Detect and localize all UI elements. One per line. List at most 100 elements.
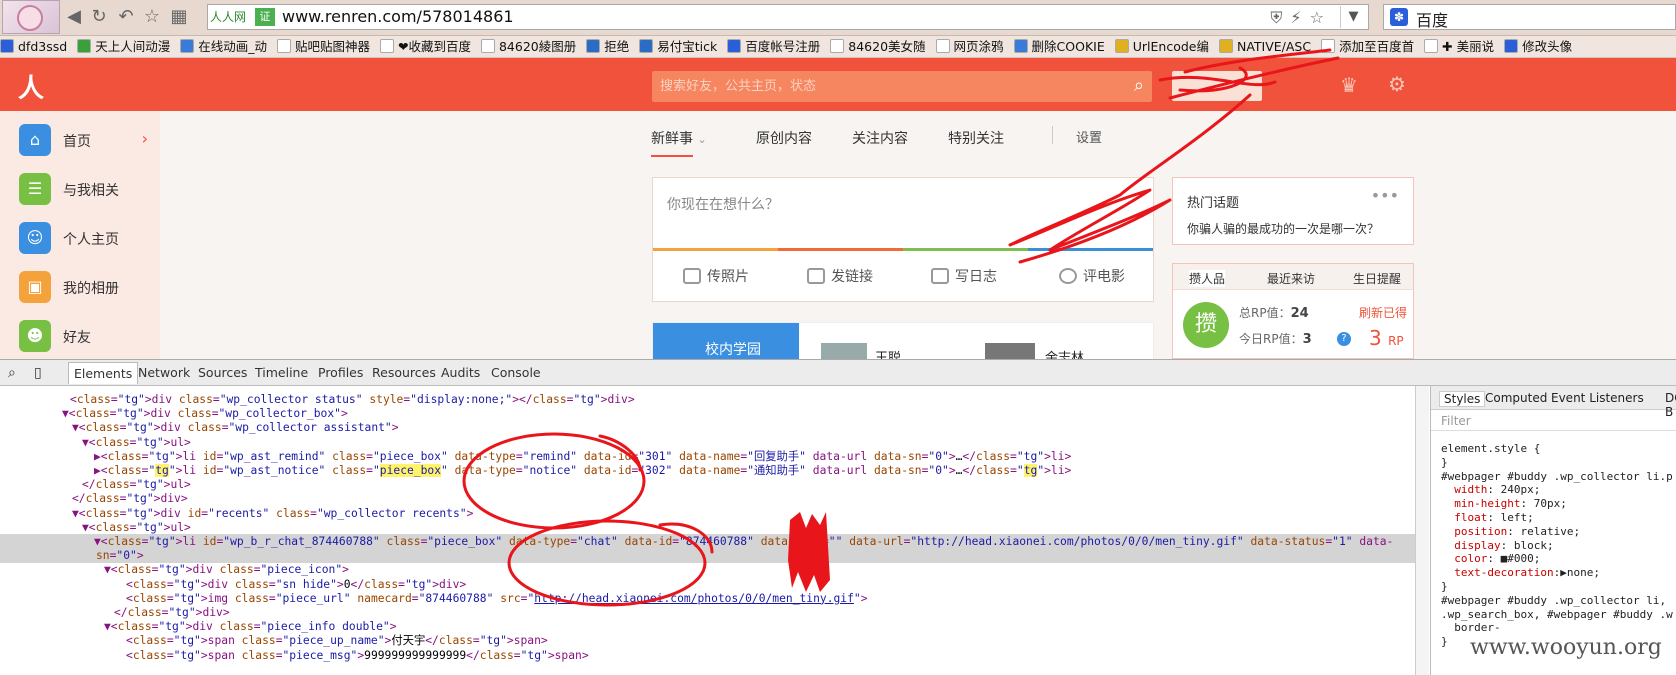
dom-node-line[interactable]: ▼<class="tg">div class="piece_info doubl… <box>0 619 1415 634</box>
bookmark-item[interactable]: NATIVE/ASC <box>1218 36 1311 57</box>
bookmark-item[interactable]: 在线动画_动 <box>180 36 267 57</box>
rp-badge[interactable]: 攒 <box>1183 302 1229 348</box>
sidebar-item[interactable]: ☻ 好友 <box>0 311 160 363</box>
crown-icon[interactable]: ♛ <box>1340 73 1358 97</box>
bookmark-item[interactable]: 删除COOKIE <box>1013 36 1105 57</box>
sidebar-item[interactable]: ⌂ 首页 › <box>0 115 160 167</box>
gear-icon[interactable]: ⚙ <box>1388 72 1406 96</box>
dom-node-line[interactable]: ▼<class="tg">div class="piece_icon"> <box>0 562 1415 577</box>
bookmark-item[interactable]: 拒绝 <box>586 36 629 57</box>
refresh-icon[interactable]: ↻ <box>88 6 110 28</box>
dom-node-line[interactable]: <class="tg">span class="piece_up_name">付… <box>0 633 1415 648</box>
styles-tab[interactable]: Styles <box>1439 391 1486 407</box>
hot-topic-link[interactable]: 你骗人骗的最成功的一次是哪一次？ <box>1187 220 1379 237</box>
dom-node-line[interactable]: </class="tg">ul> <box>0 477 1415 492</box>
write-blog-button[interactable]: 写日志 <box>931 266 997 286</box>
dom-node-line[interactable]: ▼<class="tg">div class="wp_collector ass… <box>0 420 1415 435</box>
bookmark-item[interactable]: ❤收藏到百度 <box>379 36 471 57</box>
styles-tab[interactable]: Computed <box>1485 391 1547 405</box>
dom-node-line[interactable]: </class="tg">div> <box>0 605 1415 620</box>
devtools-tab[interactable]: Console <box>491 365 541 380</box>
style-rule-line[interactable]: element.style { <box>1441 442 1540 456</box>
style-rule-line[interactable]: } <box>1441 456 1448 470</box>
search-input[interactable] <box>660 76 1100 96</box>
styles-filter[interactable]: Filter <box>1431 411 1676 431</box>
style-rule-line[interactable]: position: relative; <box>1441 525 1580 539</box>
dom-node-line[interactable]: <class="tg">img class="piece_url" nameca… <box>0 591 1415 606</box>
renren-logo[interactable]: 人人 <box>18 68 64 141</box>
profile-avatar[interactable] <box>2 0 60 34</box>
dom-node-line[interactable]: <class="tg">div class="sn hide">0</class… <box>0 577 1415 592</box>
bookmark-item[interactable]: 84620美女随 <box>830 36 926 57</box>
style-rule-line[interactable]: float: left; <box>1441 511 1533 525</box>
dom-node-line[interactable]: ▼<class="tg">ul> <box>0 435 1415 450</box>
share-link-button[interactable]: 发链接 <box>807 266 873 286</box>
style-rule-line[interactable]: width: 240px; <box>1441 483 1540 497</box>
bookmark-item[interactable]: 天上人间动漫 <box>77 36 170 57</box>
bookmark-item[interactable]: dfd3ssd <box>0 36 67 57</box>
bookmark-item[interactable]: 84620綾图册 <box>480 36 576 57</box>
review-movie-button[interactable]: 评电影 <box>1059 266 1125 286</box>
devtools-tab[interactable]: Resources <box>372 365 436 380</box>
tab-rp[interactable]: 攒人品 <box>1189 270 1226 287</box>
sidebar-item[interactable]: ☺ 个人主页 <box>0 213 160 265</box>
style-rule-line[interactable]: .wp_search_box, #webpager #buddy .w <box>1441 608 1673 622</box>
device-mode-icon[interactable]: ▯ <box>34 365 42 381</box>
style-rule-line[interactable]: min-height: 70px; <box>1441 497 1567 511</box>
dom-node-line[interactable]: ▼<class="tg">ul> <box>0 520 1415 535</box>
more-icon[interactable]: ••• <box>1371 186 1399 205</box>
feed-banner[interactable]: 校内学园 <box>653 323 799 363</box>
styles-tab[interactable]: Event Listeners <box>1551 391 1644 405</box>
bookmark-item[interactable]: 百度帐号注册 <box>727 36 820 57</box>
certificate-badge[interactable]: 证 <box>255 8 275 26</box>
tab-fresh-news[interactable]: 新鲜事 ⌄ <box>651 128 707 148</box>
grid-icon[interactable]: ▦ <box>168 6 190 28</box>
devtools-tab[interactable]: Audits <box>441 365 480 380</box>
url-text[interactable]: www.renren.com/578014861 <box>282 7 514 26</box>
bookmark-item[interactable]: UrlEncode编 <box>1114 36 1209 57</box>
tab-following[interactable]: 关注内容 <box>852 128 908 148</box>
style-rule-line[interactable]: } <box>1441 635 1448 649</box>
bookmark-item[interactable]: 网页涂鸦 <box>935 36 1004 57</box>
style-rule-line[interactable]: } <box>1441 580 1448 594</box>
devtools-tab[interactable]: Network <box>138 365 190 380</box>
dom-node-line[interactable]: ▼<class="tg">div id="recents" class="wp_… <box>0 506 1415 521</box>
style-rule-line[interactable]: display: block; <box>1441 539 1553 553</box>
upload-photo-button[interactable]: 传照片 <box>683 266 749 286</box>
chevron-down-icon[interactable]: ▼ <box>1340 6 1366 28</box>
refresh-gained-label[interactable]: 刷新已得 <box>1359 304 1407 321</box>
devtools-tab[interactable]: Elements <box>68 362 139 384</box>
address-bar[interactable]: 人人网 证 www.renren.com/578014861 ⛨⚡☆ ▼ <box>207 4 1369 30</box>
devtools-tab[interactable]: Timeline <box>255 365 308 380</box>
search-engine-box[interactable]: ✽ 百度 <box>1383 4 1676 30</box>
bookmark-item[interactable]: ✚ 美丽说 <box>1424 36 1494 57</box>
dom-node-line[interactable]: </class="tg">div> <box>0 491 1415 506</box>
back-icon[interactable]: ◀ <box>63 6 85 28</box>
dom-scrollbar[interactable] <box>1415 386 1429 675</box>
tab-recent-visitors[interactable]: 最近来访 <box>1267 270 1315 287</box>
tab-original[interactable]: 原创内容 <box>756 128 812 148</box>
dom-node-line[interactable]: <class="tg">span class="piece_msg">99999… <box>0 648 1415 663</box>
style-rule-line[interactable]: #webpager #buddy .wp_collector li, <box>1441 594 1666 608</box>
style-rule-line[interactable]: #webpager #buddy .wp_collector li.p <box>1441 470 1673 484</box>
inspect-icon[interactable]: ⌕ <box>8 365 16 381</box>
tab-settings[interactable]: 设置 <box>1076 127 1102 146</box>
style-rule-line[interactable]: border- <box>1441 621 1500 635</box>
bookmark-item[interactable]: 添加至百度首 <box>1321 36 1414 57</box>
dom-node-line[interactable]: ▶<class="tg">li id="wp_ast_remind" class… <box>0 449 1415 464</box>
help-icon[interactable]: ? <box>1337 332 1351 346</box>
devtools-tab[interactable]: Profiles <box>318 365 363 380</box>
bookmark-item[interactable]: 贴吧贴图神器 <box>276 36 370 57</box>
devtools-tab[interactable]: Sources <box>198 365 247 380</box>
style-rule-line[interactable]: text-decoration:▶none; <box>1441 566 1600 580</box>
dom-node-line[interactable]: ▼<class="tg">li id="wp_b_r_chat_87446078… <box>0 534 1415 549</box>
bookmark-item[interactable]: 修改头像 <box>1504 36 1572 57</box>
star-icon[interactable]: ☆ <box>141 6 163 28</box>
address-bar-icons[interactable]: ⛨⚡☆ <box>1270 8 1332 28</box>
composer-input[interactable]: 你现在在想什么？ <box>667 194 779 214</box>
style-rule-line[interactable]: color: ■#000; <box>1441 552 1540 566</box>
dom-node-line[interactable]: <class="tg">div class="wp_collector stat… <box>0 392 1415 407</box>
dom-node-line[interactable]: sn="0"> <box>0 548 1415 564</box>
dom-node-line[interactable]: ▶<class="tg">li id="wp_ast_notice" class… <box>0 463 1415 478</box>
tab-special-following[interactable]: 特别关注 <box>948 128 1004 148</box>
